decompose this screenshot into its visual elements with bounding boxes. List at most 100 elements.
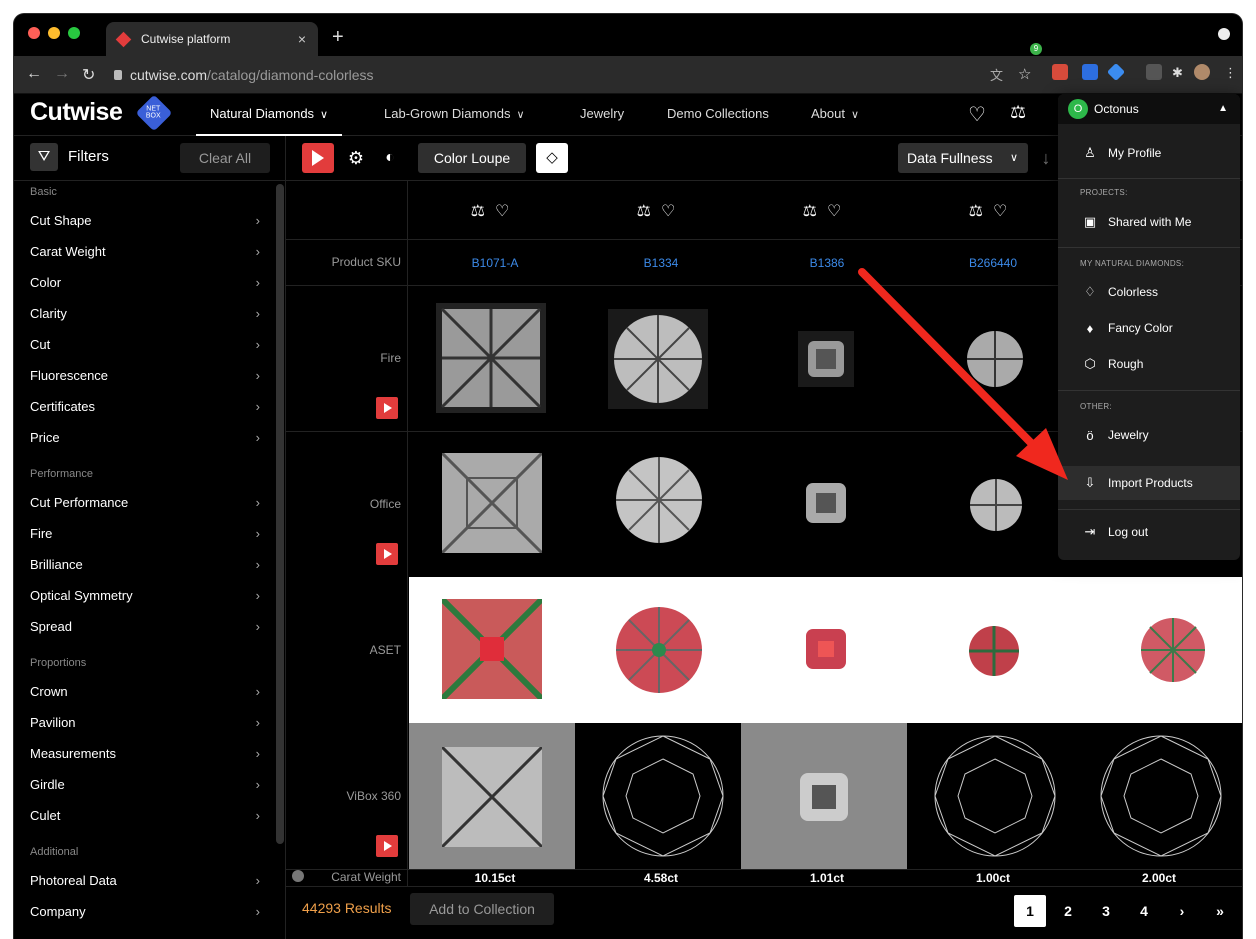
menu-log-out[interactable]: ⇥ Log out bbox=[1058, 515, 1240, 549]
cutwise-logo[interactable]: Cutwise bbox=[30, 98, 123, 127]
extensions-puzzle-icon[interactable]: ✱ bbox=[1172, 65, 1183, 81]
browser-menu-icon[interactable]: ⋮ bbox=[1224, 65, 1237, 81]
diamond-image-round[interactable] bbox=[962, 326, 1028, 392]
next-page[interactable]: › bbox=[1166, 895, 1198, 927]
favorite-heart-icon[interactable]: ♡ bbox=[993, 203, 1017, 220]
sort-select[interactable]: Data Fullness ∨ bbox=[898, 143, 1028, 173]
filter-company[interactable]: Company › bbox=[30, 904, 260, 919]
browser-tab[interactable]: Cutwise platform × bbox=[106, 22, 318, 56]
filter-cut[interactable]: Cut › bbox=[30, 337, 260, 352]
menu-shared-with-me[interactable]: ▣ Shared with Me bbox=[1058, 205, 1240, 239]
filter-cut-shape[interactable]: Cut Shape › bbox=[30, 213, 260, 228]
filter-pavilion[interactable]: Pavilion › bbox=[30, 715, 260, 730]
page-2[interactable]: 2 bbox=[1052, 895, 1084, 927]
sku-link[interactable]: B1071-A bbox=[412, 256, 578, 270]
wireframe-round-icon[interactable] bbox=[1096, 729, 1226, 863]
aset-image-princess[interactable] bbox=[442, 599, 542, 699]
compare-scale-icon[interactable]: ⚖ bbox=[1010, 102, 1026, 123]
extension-icon[interactable] bbox=[1146, 64, 1162, 80]
filter-fire[interactable]: Fire › bbox=[30, 526, 260, 541]
nav-lab-grown[interactable]: Lab-Grown Diamonds ∨ bbox=[384, 106, 525, 121]
user-menu-header[interactable]: O Octonus ▲ bbox=[1058, 94, 1240, 124]
filter-color[interactable]: Color › bbox=[30, 275, 260, 290]
aset-image-round[interactable] bbox=[1140, 617, 1206, 683]
reload-icon[interactable]: ↻ bbox=[82, 65, 95, 85]
filter-fluorescence[interactable]: Fluorescence › bbox=[30, 368, 260, 383]
filter-culet[interactable]: Culet › bbox=[30, 808, 260, 823]
play-video-button[interactable] bbox=[302, 143, 334, 173]
filter-girdle[interactable]: Girdle › bbox=[30, 777, 260, 792]
diamond-image-round[interactable] bbox=[614, 455, 704, 545]
forward-icon[interactable]: → bbox=[54, 65, 70, 83]
filter-brilliance[interactable]: Brilliance › bbox=[30, 557, 260, 572]
filter-cut-performance[interactable]: Cut Performance › bbox=[30, 495, 260, 510]
tab-close-icon[interactable]: × bbox=[298, 31, 306, 47]
filter-funnel-icon[interactable]: ⛛ bbox=[30, 143, 58, 171]
back-icon[interactable]: ← bbox=[26, 65, 42, 83]
vibox-play-button[interactable] bbox=[376, 835, 398, 857]
nav-about[interactable]: About ∨ bbox=[811, 106, 859, 121]
extension-icon[interactable] bbox=[1052, 64, 1068, 80]
ring-icon[interactable]: ◇ bbox=[536, 143, 568, 173]
aset-image-asscher[interactable] bbox=[804, 627, 848, 671]
page-1[interactable]: 1 bbox=[1014, 895, 1046, 927]
vibox-image-asscher[interactable] bbox=[796, 769, 852, 825]
favorite-heart-icon[interactable]: ♡ bbox=[661, 203, 685, 220]
filter-measurements[interactable]: Measurements › bbox=[30, 746, 260, 761]
profile-avatar[interactable] bbox=[1194, 64, 1210, 80]
last-page[interactable]: » bbox=[1204, 895, 1236, 927]
fire-play-button[interactable] bbox=[376, 397, 398, 419]
filter-spread[interactable]: Spread › bbox=[30, 619, 260, 634]
filter-price[interactable]: Price › bbox=[30, 430, 260, 445]
vibox-image-princess[interactable] bbox=[442, 747, 542, 847]
filter-crown[interactable]: Crown › bbox=[30, 684, 260, 699]
sku-link[interactable]: B1386 bbox=[744, 256, 910, 270]
nav-jewelry[interactable]: Jewelry bbox=[580, 106, 624, 121]
menu-my-profile[interactable]: ♙ My Profile bbox=[1058, 136, 1240, 170]
filter-certificates[interactable]: Certificates › bbox=[30, 399, 260, 414]
menu-rough[interactable]: ⬡ Rough bbox=[1058, 347, 1240, 381]
aset-image-round[interactable] bbox=[968, 625, 1020, 677]
extension-icon[interactable] bbox=[1106, 62, 1126, 82]
diamond-image-round[interactable] bbox=[608, 309, 708, 409]
zoom-window-button[interactable] bbox=[68, 27, 80, 39]
compare-scale-icon[interactable]: ⚖ bbox=[969, 203, 993, 220]
sku-link[interactable]: B266440 bbox=[910, 256, 1076, 270]
diamond-image-asscher[interactable] bbox=[802, 479, 850, 527]
favorite-heart-icon[interactable]: ♡ bbox=[495, 203, 519, 220]
contrast-view-icon[interactable]: ◐ bbox=[376, 143, 404, 173]
menu-jewelry[interactable]: ö Jewelry bbox=[1058, 418, 1240, 452]
filter-clarity[interactable]: Clarity › bbox=[30, 306, 260, 321]
aperture-view-icon[interactable]: ⚙ bbox=[342, 143, 370, 173]
filter-photoreal-data[interactable]: Photoreal Data › bbox=[30, 873, 260, 888]
filter-carat-weight[interactable]: Carat Weight › bbox=[30, 244, 260, 259]
sidebar-scrollbar[interactable] bbox=[276, 184, 284, 844]
compare-scale-icon[interactable]: ⚖ bbox=[803, 203, 827, 220]
tab-search-icon[interactable] bbox=[1218, 28, 1230, 40]
menu-import-products[interactable]: ⇩ Import Products bbox=[1058, 466, 1240, 500]
wireframe-round-icon[interactable] bbox=[930, 729, 1060, 863]
translate-icon[interactable]: 文 bbox=[990, 65, 1003, 84]
clear-all-button[interactable]: Clear All bbox=[180, 143, 270, 173]
diamond-image-princess[interactable] bbox=[442, 453, 542, 553]
compare-scale-icon[interactable]: ⚖ bbox=[471, 203, 495, 220]
nav-demo-collections[interactable]: Demo Collections bbox=[667, 106, 769, 121]
diamond-image-princess[interactable] bbox=[436, 303, 546, 413]
close-window-button[interactable] bbox=[28, 27, 40, 39]
nav-natural-diamonds[interactable]: Natural Diamonds ∨ bbox=[210, 106, 328, 121]
wireframe-round-icon[interactable] bbox=[598, 729, 728, 863]
diamond-image-asscher[interactable] bbox=[798, 331, 854, 387]
filter-optical-symmetry[interactable]: Optical Symmetry › bbox=[30, 588, 260, 603]
add-to-collection-button[interactable]: Add to Collection bbox=[410, 893, 554, 925]
favorite-heart-icon[interactable]: ♡ bbox=[827, 203, 851, 220]
bookmark-star-icon[interactable]: ☆ bbox=[1018, 65, 1031, 83]
new-tab-icon[interactable]: + bbox=[332, 26, 344, 49]
url-field[interactable]: cutwise.com/catalog/diamond-colorless bbox=[114, 62, 994, 88]
extension-icon[interactable] bbox=[1082, 64, 1098, 80]
sort-direction-icon[interactable]: ↓ bbox=[1034, 143, 1058, 173]
menu-colorless[interactable]: ♢ Colorless bbox=[1058, 275, 1240, 309]
menu-fancy-color[interactable]: ♦ Fancy Color bbox=[1058, 311, 1240, 345]
aset-image-round[interactable] bbox=[614, 605, 704, 695]
minimize-window-button[interactable] bbox=[48, 27, 60, 39]
color-loupe-button[interactable]: Color Loupe bbox=[418, 143, 526, 173]
